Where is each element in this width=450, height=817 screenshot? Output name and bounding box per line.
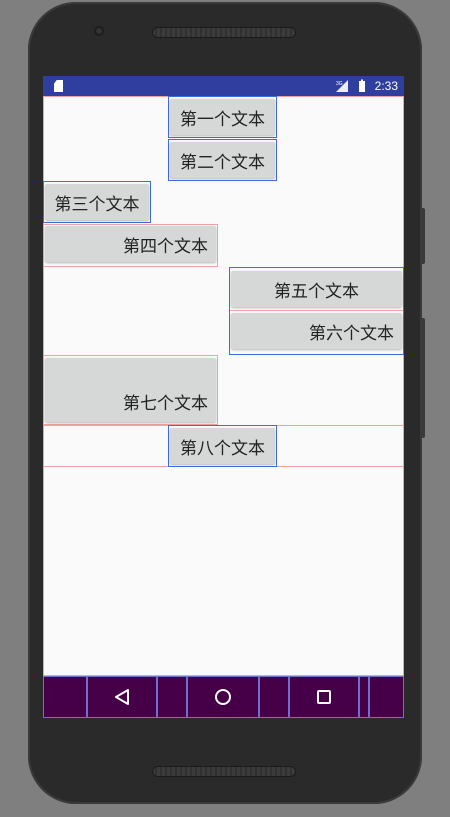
nav-bounds [259, 676, 289, 718]
bottom-speaker [152, 766, 296, 777]
recents-button[interactable] [289, 676, 359, 718]
nav-bounds [157, 676, 187, 718]
text-view-8[interactable]: 第八个文本 [170, 428, 275, 464]
volume-button[interactable] [421, 208, 425, 264]
front-camera [94, 26, 104, 36]
text-view-3[interactable]: 第三个文本 [45, 184, 149, 220]
battery-icon [358, 79, 365, 92]
device-screen: 3G 2:33 第一个文本 第二个文本 第三个文本 第四个文本 第五个文本 第六… [43, 76, 404, 718]
sd-card-icon [54, 80, 63, 92]
power-button[interactable] [421, 318, 425, 438]
home-icon [215, 689, 231, 705]
navigation-bar [43, 676, 404, 718]
status-time: 2:33 [374, 79, 398, 93]
text-view-2[interactable]: 第二个文本 [170, 142, 275, 178]
text-view-5[interactable]: 第五个文本 [231, 271, 402, 307]
text-view-7[interactable]: 第七个文本 [45, 358, 216, 422]
svg-text:3G: 3G [336, 81, 343, 87]
signal-icon: 3G [335, 80, 348, 92]
text-view-4[interactable]: 第四个文本 [45, 226, 216, 262]
nav-bounds [43, 676, 87, 718]
home-button[interactable] [187, 676, 259, 718]
status-bar: 3G 2:33 [43, 76, 404, 96]
text-view-1[interactable]: 第一个文本 [170, 99, 275, 135]
back-icon [115, 689, 129, 705]
nav-bounds [359, 676, 369, 718]
nav-bounds [369, 676, 404, 718]
recents-icon [317, 690, 331, 704]
text-view-6[interactable]: 第六个文本 [231, 313, 402, 349]
earpiece-speaker [152, 27, 296, 38]
back-button[interactable] [87, 676, 157, 718]
